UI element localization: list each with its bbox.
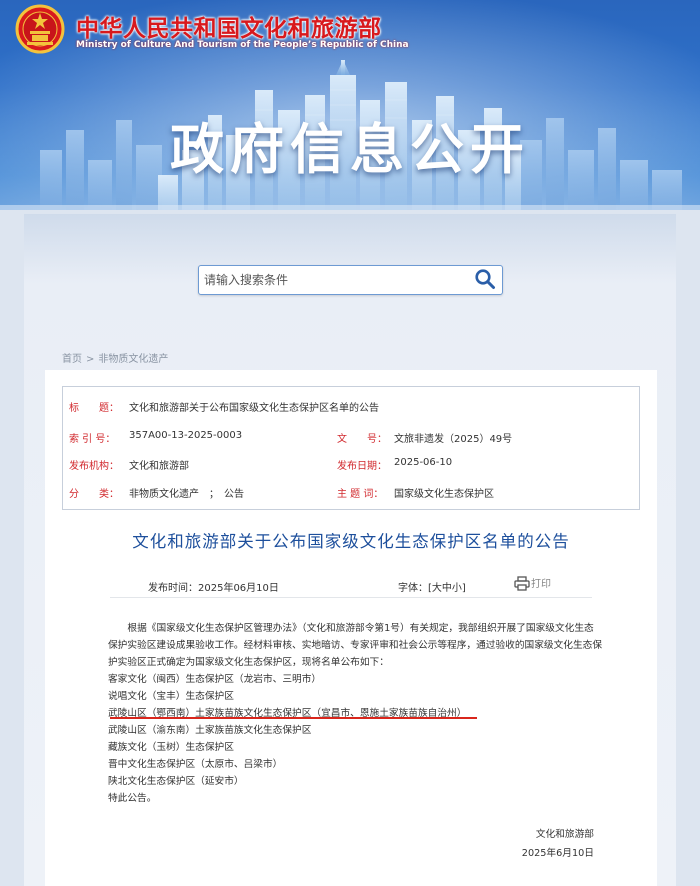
search-input[interactable] xyxy=(199,266,464,294)
font-small-link[interactable]: 小 xyxy=(452,583,462,594)
article-body: 根据《国家级文化生态保护区管理办法》（文化和旅游部令第1号）有关规定，我部组织开… xyxy=(108,620,603,807)
ministry-name-en: Ministry of Culture And Tourism of the P… xyxy=(76,40,409,50)
meta-date-label: 发布日期： xyxy=(337,461,387,472)
publish-time: 发布时间：2025年06月10日 xyxy=(148,583,279,594)
font-medium-link[interactable]: 中 xyxy=(442,583,452,594)
meta-docno-label: 文 号： xyxy=(337,434,387,445)
meta-category-label: 分 类： xyxy=(69,489,119,500)
print-label: 打印 xyxy=(531,579,551,590)
signature-date: 2025年6月10日 xyxy=(521,848,594,859)
search-icon xyxy=(475,269,495,289)
font-size-control: 字体：[大中小] xyxy=(398,583,466,594)
article-info-bar: 发布时间：2025年06月10日 字体：[大中小] 打印 xyxy=(110,568,592,598)
meta-date-value: 2025-06-10 xyxy=(394,457,453,468)
meta-issuer-label: 发布机构： xyxy=(69,461,119,472)
list-item: 陕北文化生态保护区（延安市） xyxy=(108,776,244,787)
meta-subject-label: 主 题 词： xyxy=(337,489,384,500)
list-item: 藏族文化（玉树）生态保护区 xyxy=(108,742,234,753)
breadcrumb-separator: > xyxy=(86,354,95,365)
document-meta-table: 标 题： 文化和旅游部关于公布国家级文化生态保护区名单的公告 索 引 号： 35… xyxy=(62,386,640,510)
list-item: 说唱文化（宝丰）生态保护区 xyxy=(108,691,234,702)
breadcrumb-home-link[interactable]: 首页 xyxy=(62,354,82,365)
national-emblem-icon xyxy=(15,4,65,54)
meta-title-value: 文化和旅游部关于公布国家级文化生态保护区名单的公告 xyxy=(129,403,379,414)
article-paragraph-line: 护实验区正式确定为国家级文化生态保护区，现将名单公布如下： xyxy=(108,657,389,668)
ministry-name-cn: 中华人民共和国文化和旅游部 xyxy=(76,15,382,42)
printer-icon xyxy=(514,576,530,591)
meta-issuer-value: 文化和旅游部 xyxy=(129,461,189,472)
article-paragraph-line: 根据《国家级文化生态保护区管理办法》（文化和旅游部令第1号）有关规定，我部组织开… xyxy=(127,623,594,634)
banner-title: 政府信息公开 xyxy=(170,118,530,181)
list-item: 客家文化（闽西）生态保护区（龙岩市、三明市） xyxy=(108,674,322,685)
breadcrumb: 首页 > 非物质文化遗产 xyxy=(62,350,168,365)
signature-organization: 文化和旅游部 xyxy=(535,829,594,840)
meta-row-issuer: 发布机构： 文化和旅游部 发布日期： 2025-06-10 xyxy=(63,457,639,481)
search-button[interactable] xyxy=(472,268,498,292)
list-item: 晋中文化生态保护区（太原市、吕梁市） xyxy=(108,759,283,770)
red-underline-annotation xyxy=(110,717,477,719)
meta-index-label: 索 引 号： xyxy=(69,434,116,445)
closing-statement: 特此公告。 xyxy=(108,793,157,804)
article-title: 文化和旅游部关于公布国家级文化生态保护区名单的公告 xyxy=(132,532,570,551)
print-button[interactable]: 打印 xyxy=(514,575,551,591)
font-large-link[interactable]: 大 xyxy=(432,583,442,594)
meta-index-value: 357A00-13-2025-0003 xyxy=(129,430,243,441)
meta-docno-value: 文旅非遗发（2025）49号 xyxy=(394,434,513,445)
meta-subject-value: 国家级文化生态保护区 xyxy=(394,489,494,500)
font-size-label: 字体： xyxy=(398,583,428,594)
search-box xyxy=(198,265,503,295)
meta-row-category: 分 类： 非物质文化遗产 ； 公告 主 题 词： 国家级文化生态保护区 xyxy=(63,485,639,509)
meta-title-label: 标 题： xyxy=(69,403,119,414)
meta-row-index: 索 引 号： 357A00-13-2025-0003 文 号： 文旅非遗发（20… xyxy=(63,430,639,454)
meta-row-title: 标 题： 文化和旅游部关于公布国家级文化生态保护区名单的公告 xyxy=(63,399,639,423)
list-item: 武陵山区（渝东南）土家族苗族文化生态保护区 xyxy=(108,725,312,736)
article-paragraph-line: 保护实验区建设成果验收工作。经材料审核、实地暗访、专家评审和社会公示等程序，通过… xyxy=(108,640,603,651)
meta-category-value: 非物质文化遗产 ； 公告 xyxy=(129,489,244,500)
list-item-highlighted: 武陵山区（鄂西南）土家族苗族文化生态保护区（宜昌市、恩施土家族苗族自治州） xyxy=(108,708,467,719)
breadcrumb-current-link[interactable]: 非物质文化遗产 xyxy=(98,354,168,365)
